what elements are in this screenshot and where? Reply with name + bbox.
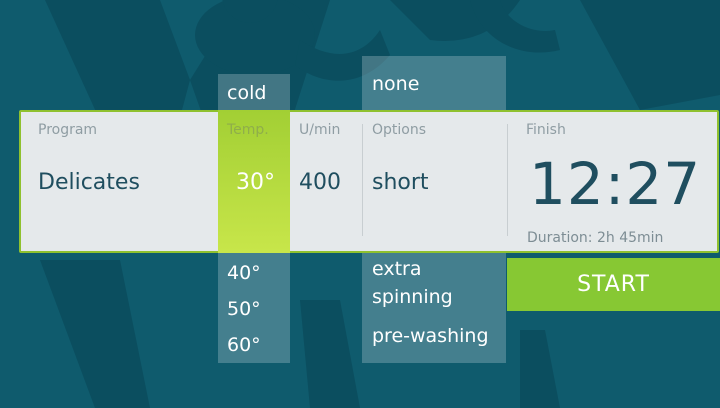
option-item[interactable]: pre-washing [372,325,489,347]
duration-text: Duration: 2h 45min [527,230,664,246]
program-panel: Program Delicates U/min 400 Options shor… [19,110,719,253]
options-label: Options [372,122,427,138]
spin-label: U/min [299,122,341,138]
temperature-selected[interactable]: Temp. 30° [218,110,290,253]
temperature-option[interactable]: 60° [227,334,261,356]
spin-value: 400 [299,170,341,195]
temperature-label: Temp. [227,122,269,138]
temperature-selected-value: 30° [236,170,275,195]
option-item[interactable]: none [372,73,419,95]
divider [362,124,363,236]
options-selected-value: short [372,170,429,195]
start-button[interactable]: START [507,258,720,311]
temperature-option[interactable]: 50° [227,298,261,320]
temperature-option[interactable]: 40° [227,262,261,284]
finish-label: Finish [526,122,566,138]
option-item[interactable]: spinning [372,286,453,308]
temperature-option[interactable]: cold [227,82,266,104]
program-cell[interactable]: Program Delicates [21,112,219,253]
spin-cell[interactable]: U/min 400 [291,112,363,253]
program-value: Delicates [38,170,140,195]
option-item[interactable]: extra [372,258,422,280]
program-label: Program [38,122,98,138]
finish-time: 12:27 [529,150,702,218]
options-cell[interactable]: Options short [364,112,506,253]
